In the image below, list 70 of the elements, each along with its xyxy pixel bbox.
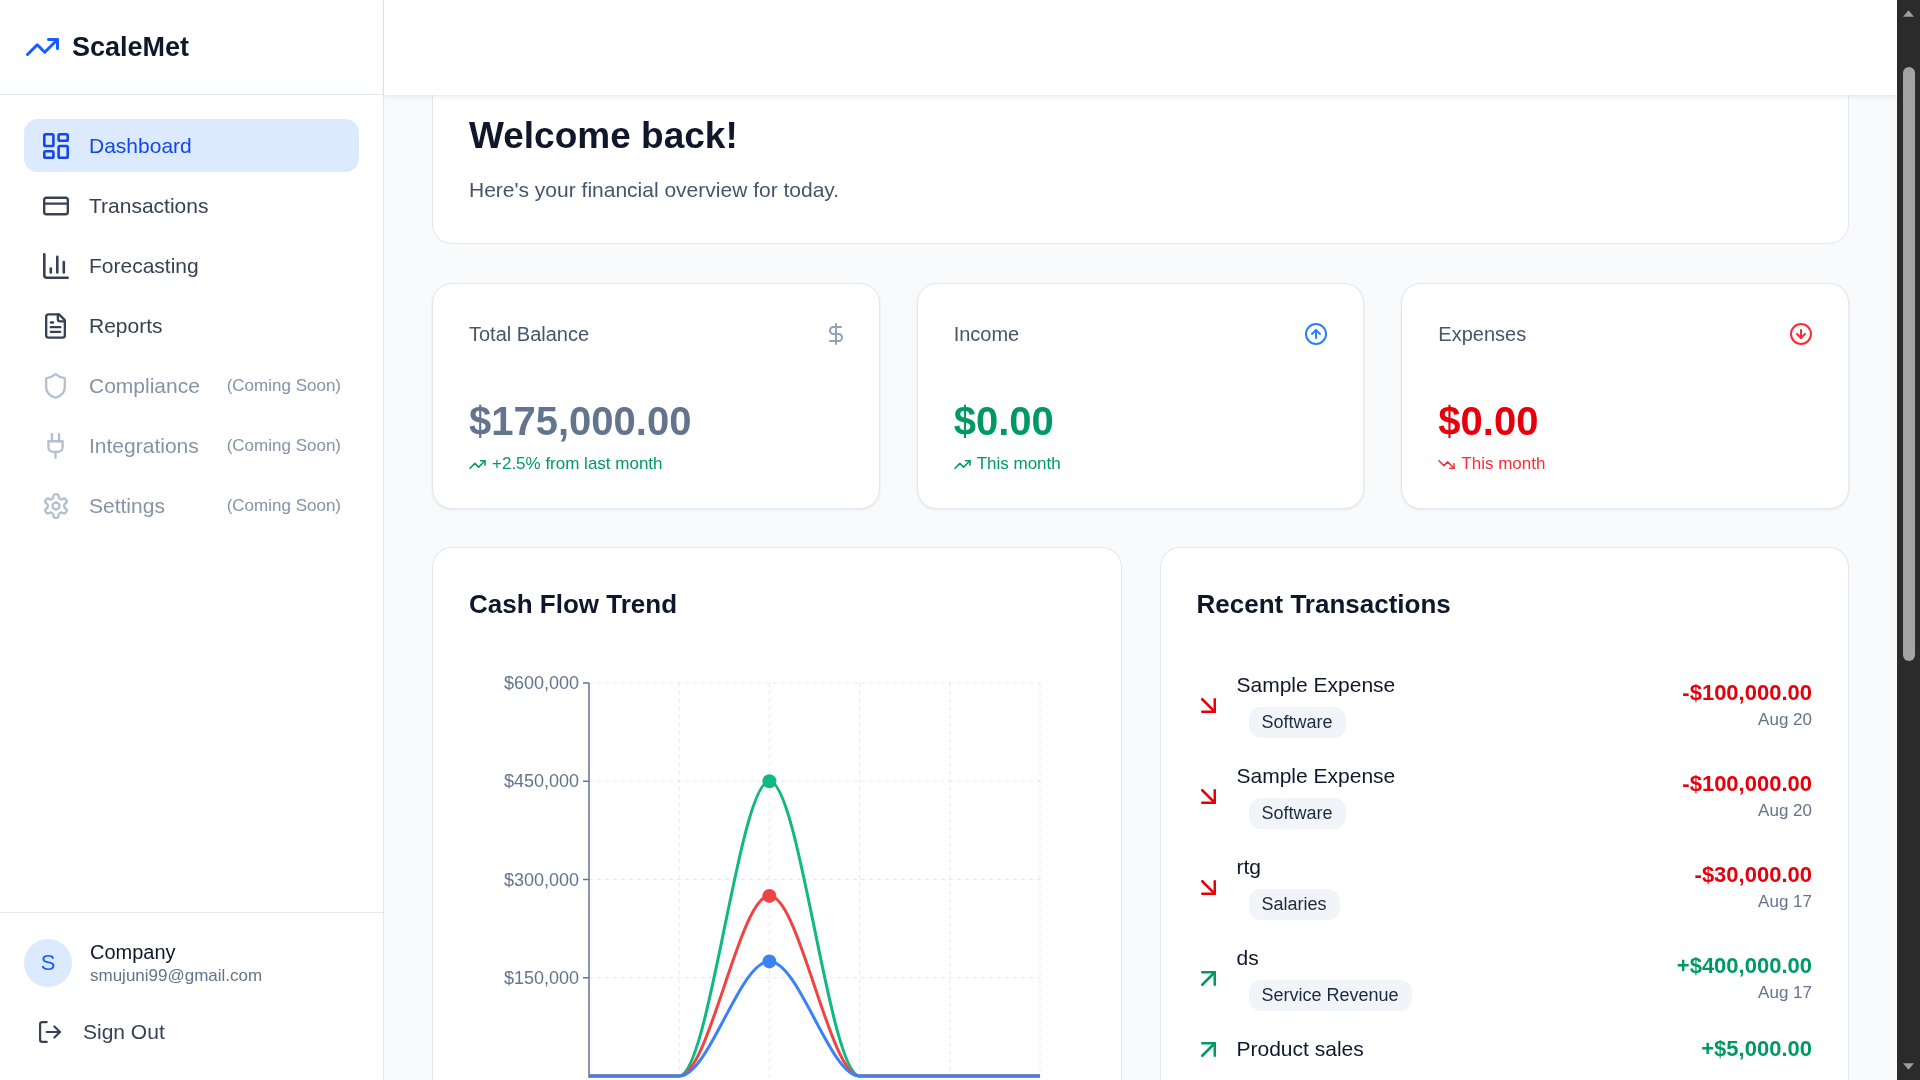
trend-up-icon xyxy=(953,459,971,469)
trend-note: This month xyxy=(976,454,1061,474)
category-tag: Software xyxy=(1248,798,1346,829)
arrow-up-right-icon xyxy=(1200,970,1216,986)
user-email: smujuni99@gmail.com xyxy=(90,965,263,987)
y-axis-label: $300,000 xyxy=(503,869,579,890)
grid-icon xyxy=(43,132,69,159)
logout-icon xyxy=(39,1021,61,1043)
y-axis-label: $600,000 xyxy=(503,673,579,693)
card-title: Recent Transactions xyxy=(1196,588,1452,620)
trend-up-icon xyxy=(26,38,59,56)
shield-icon xyxy=(45,372,66,399)
nav-item[interactable]: Reports xyxy=(24,299,359,352)
y-axis-label: $450,000 xyxy=(503,771,579,792)
scrollbar-thumb[interactable] xyxy=(1902,67,1915,661)
stat-label: Total Balance xyxy=(469,322,590,346)
trend-note: This month xyxy=(1461,454,1546,474)
arrow-down-circle-icon xyxy=(1790,323,1812,345)
trend-note: +2.5% from last month xyxy=(492,454,663,474)
stat-label: Income xyxy=(953,322,1020,346)
dollar-icon xyxy=(828,323,843,345)
category-tag: Service Revenue xyxy=(1248,980,1412,1011)
welcome-subtitle: Here's your financial overview for today. xyxy=(469,177,841,203)
trend-up-icon xyxy=(469,459,486,469)
data-point xyxy=(762,888,777,903)
plug-icon xyxy=(47,432,64,459)
bar-chart-icon xyxy=(43,252,69,279)
sign-out-button[interactable]: Sign Out xyxy=(24,1010,165,1054)
transaction-name: Product sales xyxy=(1236,1036,1364,1062)
transaction-date: Aug 17 xyxy=(1758,981,1812,1004)
nav-item[interactable]: Dashboard xyxy=(24,119,359,172)
scroll-down-icon[interactable] xyxy=(1903,1063,1914,1070)
transaction-name: Sample Expense xyxy=(1236,763,1396,789)
stat-value: $0.00 xyxy=(1438,399,1540,443)
category-tag: Salaries xyxy=(1248,889,1340,920)
y-axis-label: $150,000 xyxy=(503,967,579,988)
transaction-amount: -$100,000.00 xyxy=(1682,770,1812,797)
transaction-amount: +$5,000.00 xyxy=(1701,1036,1812,1062)
transaction-name: ds xyxy=(1236,945,1259,971)
trend-down-icon xyxy=(1438,459,1456,469)
transaction-amount: -$100,000.00 xyxy=(1682,679,1812,706)
transaction-date: Aug 17 xyxy=(1758,890,1812,913)
app-logo: ScaleMet xyxy=(72,31,190,63)
arrow-down-right-icon xyxy=(1200,879,1216,895)
transaction-date: Aug 20 xyxy=(1758,708,1812,731)
data-point xyxy=(762,954,777,969)
welcome-title: Welcome back! xyxy=(469,114,739,158)
data-point xyxy=(762,774,777,789)
card-title: Cash Flow Trend xyxy=(469,588,679,620)
arrow-up-circle-icon xyxy=(1305,323,1328,345)
scroll-up-icon[interactable] xyxy=(1903,10,1914,17)
nav-item[interactable]: Forecasting xyxy=(24,239,359,292)
stat-value: $0.00 xyxy=(953,399,1055,443)
arrow-up-right-icon xyxy=(1200,1041,1216,1057)
transaction-name: rtg xyxy=(1236,854,1261,880)
arrow-down-right-icon xyxy=(1200,788,1216,804)
arrow-down-right-icon xyxy=(1200,697,1216,713)
nav-item[interactable]: Transactions xyxy=(24,179,359,232)
user-name: Company xyxy=(90,940,177,965)
document-icon xyxy=(45,312,66,339)
avatar: S xyxy=(24,939,72,987)
transaction-amount: +$400,000.00 xyxy=(1676,952,1812,979)
settings-icon xyxy=(43,492,69,519)
scrollbar[interactable] xyxy=(1897,0,1920,1080)
category-tag: Software xyxy=(1248,707,1346,738)
stat-value: $175,000.00 xyxy=(469,399,693,443)
transaction-amount: -$30,000.00 xyxy=(1694,861,1812,888)
stat-label: Expenses xyxy=(1438,322,1527,346)
transaction-name: Sample Expense xyxy=(1236,672,1396,698)
transaction-date: Aug 20 xyxy=(1758,799,1812,822)
